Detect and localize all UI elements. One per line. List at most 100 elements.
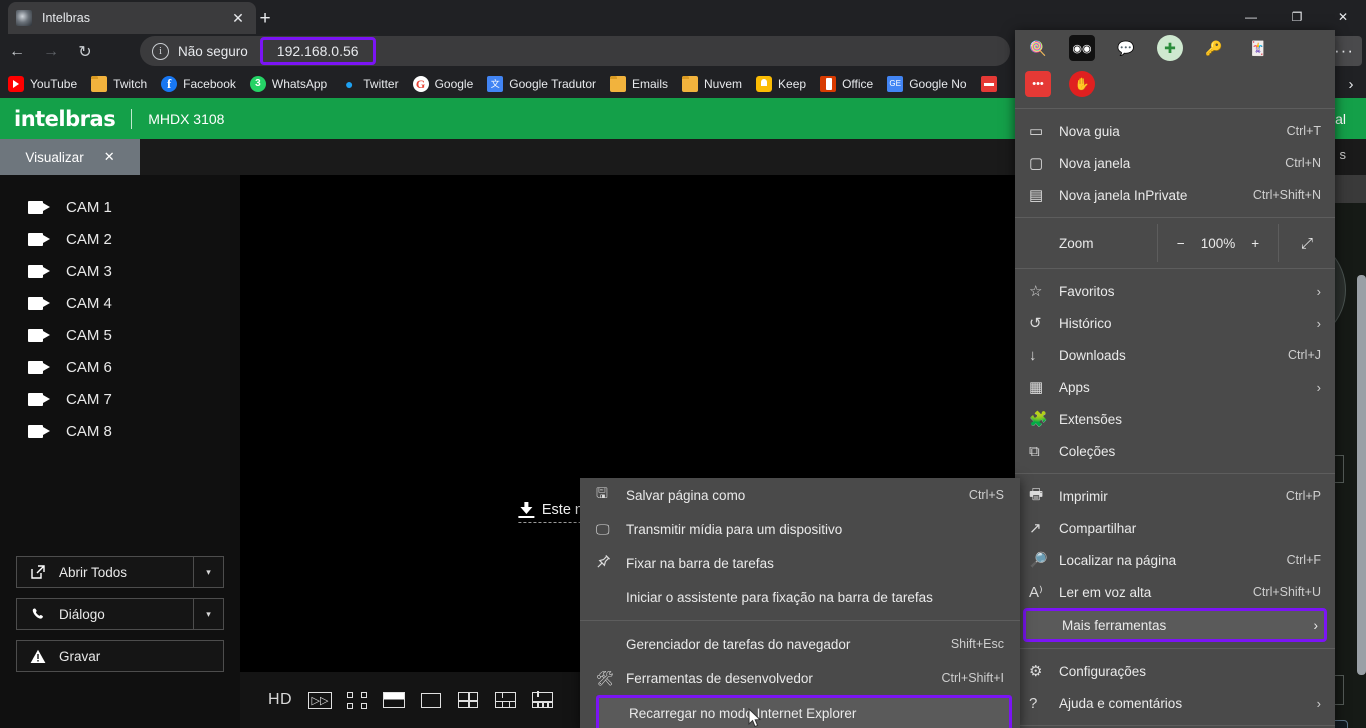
bookmark-whatsapp[interactable]: 3 WhatsApp — [249, 76, 327, 92]
help-icon: ? — [1029, 694, 1038, 712]
submenu-item-accel: Ctrl+Shift+I — [941, 671, 1004, 685]
menu-item-extensoes[interactable]: 🧩 Extensões — [1015, 403, 1335, 435]
bookmark-label: Google — [434, 77, 474, 91]
bookmark-google-tradutor[interactable]: 文 Google Tradutor — [487, 76, 596, 92]
red-dots-extension-icon[interactable]: ••• — [1025, 71, 1051, 97]
bookmark-office[interactable]: Office — [820, 76, 873, 92]
menu-item-nova-janela[interactable]: ▢ Nova janela Ctrl+N — [1015, 147, 1335, 179]
layout-4-icon[interactable] — [451, 683, 485, 717]
menu-item-mais-ferramentas[interactable]: Mais ferramentas › — [1023, 608, 1327, 642]
menu-item-ler-em-voz-alta[interactable]: A⁾ Ler em voz alta Ctrl+Shift+U — [1015, 576, 1335, 608]
back-button[interactable]: ← — [0, 37, 34, 67]
submenu-item-fixar-barra-tarefas[interactable]: Fixar na barra de tarefas — [580, 546, 1020, 580]
red-card-extension-icon[interactable]: 🃏 — [1245, 35, 1271, 61]
menu-item-nova-janela-inprivate[interactable]: ▤ Nova janela InPrivate Ctrl+Shift+N — [1015, 179, 1335, 211]
menu-item-nova-guia[interactable]: ▭ Nova guia Ctrl+T — [1015, 115, 1335, 147]
bookmark-google[interactable]: G Google — [412, 76, 474, 92]
menu-item-favoritos[interactable]: ☆ Favoritos › — [1015, 275, 1335, 307]
bookmark-dots[interactable] — [980, 76, 997, 92]
menu-item-imprimir[interactable]: 🖶 Imprimir Ctrl+P — [1015, 480, 1335, 512]
maximize-button[interactable]: ❐ — [1274, 0, 1320, 34]
submenu-item-accel: Shift+Esc — [950, 637, 1004, 651]
zoom-in-button[interactable]: + — [1251, 236, 1259, 251]
youtube-icon — [8, 76, 24, 92]
camera-list-item[interactable]: CAM 7 — [0, 383, 240, 415]
browser-tab[interactable]: Intelbras ✕ — [8, 2, 256, 34]
pin-icon — [596, 554, 626, 572]
camera-list-item[interactable]: CAM 6 — [0, 351, 240, 383]
menu-item-label: Favoritos — [1059, 283, 1115, 299]
bookmark-google-news[interactable]: GE Google No — [887, 76, 967, 92]
fullscreen-icon[interactable] — [340, 683, 374, 717]
reload-button[interactable]: ↻ — [68, 37, 102, 67]
camera-label: CAM 8 — [66, 422, 112, 440]
read-aloud-icon: A⁾ — [1029, 584, 1043, 601]
url-input[interactable]: 192.168.0.56 — [259, 37, 376, 65]
purple-lollipop-extension-icon[interactable]: 🍭 — [1025, 35, 1051, 61]
zoom-out-button[interactable]: − — [1177, 236, 1185, 251]
stream-icon[interactable]: ▷▷ — [303, 683, 337, 717]
menu-item-downloads[interactable]: ↓ Downloads Ctrl+J — [1015, 339, 1335, 371]
bookmark-youtube[interactable]: YouTube — [8, 76, 77, 92]
layout-8-icon[interactable] — [525, 683, 559, 717]
grey-key-extension-icon[interactable]: 🔑 — [1201, 35, 1227, 61]
bookmark-twitter[interactable]: ● Twitter — [341, 76, 399, 92]
submenu-item-ferramentas-desenvolvedor[interactable]: 🛠 Ferramentas de desenvolvedor Ctrl+Shif… — [580, 661, 1020, 695]
window-controls: — ❐ ✕ — [1228, 0, 1366, 34]
menu-item-colecoes[interactable]: ⧉ Coleções — [1015, 435, 1335, 467]
blue-chat-extension-icon[interactable]: 💬 — [1113, 35, 1139, 61]
menu-item-localizar-na-pagina[interactable]: 🔎 Localizar na página Ctrl+F — [1015, 544, 1335, 576]
fullscreen-button[interactable]: ⤢ — [1279, 235, 1335, 252]
submenu-item-transmitir-midia[interactable]: 🖵 Transmitir mídia para um dispositivo — [580, 512, 1020, 546]
bookmark-twitch[interactable]: Twitch — [91, 76, 147, 92]
bookmark-facebook[interactable]: f Facebook — [161, 76, 236, 92]
red-stop-extension-icon[interactable]: ✋ — [1069, 71, 1095, 97]
camera-list-item[interactable]: CAM 4 — [0, 287, 240, 319]
info-icon[interactable]: i — [152, 42, 169, 60]
abrir-todos-dropdown[interactable]: ▾ — [193, 557, 223, 587]
forward-button[interactable]: → — [34, 37, 68, 67]
camera-list-item[interactable]: CAM 3 — [0, 255, 240, 287]
menu-item-label: Ajuda e comentários — [1059, 695, 1183, 711]
new-tab-button[interactable]: + — [252, 6, 278, 32]
close-window-button[interactable]: ✕ — [1320, 0, 1366, 34]
gravar-button[interactable]: Gravar — [16, 640, 224, 672]
black-box-extension-icon[interactable]: ◉◉ — [1069, 35, 1095, 61]
submenu-item-gerenciador-tarefas[interactable]: Gerenciador de tarefas do navegador Shif… — [580, 627, 1020, 661]
address-bar[interactable]: i Não seguro 192.168.0.56 — [140, 36, 1010, 66]
layout-1-icon[interactable] — [414, 683, 448, 717]
layout-6-icon[interactable] — [488, 683, 522, 717]
menu-item-accel: Ctrl+N — [1285, 156, 1321, 170]
minimize-button[interactable]: — — [1228, 0, 1274, 34]
folder-icon — [610, 76, 626, 92]
menu-item-label: Imprimir — [1059, 488, 1108, 504]
submenu-item-iniciar-assistente[interactable]: Iniciar o assistente para fixação na bar… — [580, 580, 1020, 614]
bookmarks-overflow-button[interactable]: › — [1338, 70, 1364, 98]
hd-quality-button[interactable]: HD — [260, 683, 300, 717]
green-plus-extension-icon[interactable]: ✚ — [1157, 35, 1183, 61]
menu-item-configuracoes[interactable]: ⚙ Configurações — [1015, 655, 1335, 687]
camera-list-item[interactable]: CAM 2 — [0, 223, 240, 255]
camera-list-item[interactable]: CAM 1 — [0, 191, 240, 223]
favorites-icon: ☆ — [1029, 283, 1043, 300]
dialogo-dropdown[interactable]: ▾ — [193, 599, 223, 629]
dialogo-button[interactable]: Diálogo ▾ — [16, 598, 224, 630]
image-adjust-icon[interactable] — [377, 683, 411, 717]
chevron-right-icon: › — [1313, 617, 1319, 633]
tab-visualizar[interactable]: Visualizar ✕ — [0, 139, 140, 175]
menu-item-historico[interactable]: ↺ Histórico › — [1015, 307, 1335, 339]
tab-visualizar-close-icon[interactable]: ✕ — [104, 149, 115, 165]
bookmark-nuvem[interactable]: Nuvem — [682, 76, 742, 92]
abrir-todos-button[interactable]: Abrir Todos ▾ — [16, 556, 224, 588]
page-scrollbar[interactable] — [1357, 275, 1366, 675]
tab-close-icon[interactable]: ✕ — [228, 8, 248, 28]
menu-item-ajuda-e-comentarios[interactable]: ? Ajuda e comentários › — [1015, 687, 1335, 719]
submenu-item-recarregar-modo-ie[interactable]: Recarregar no modo Internet Explorer — [596, 695, 1012, 728]
bookmark-emails[interactable]: Emails — [610, 76, 668, 92]
menu-item-apps[interactable]: ▦ Apps › — [1015, 371, 1335, 403]
camera-list-item[interactable]: CAM 5 — [0, 319, 240, 351]
submenu-item-salvar-pagina-como[interactable]: 🖫 Salvar página como Ctrl+S — [580, 478, 1020, 512]
menu-item-compartilhar[interactable]: ↗ Compartilhar — [1015, 512, 1335, 544]
camera-list-item[interactable]: CAM 8 — [0, 415, 240, 447]
bookmark-keep[interactable]: Keep — [756, 76, 806, 92]
